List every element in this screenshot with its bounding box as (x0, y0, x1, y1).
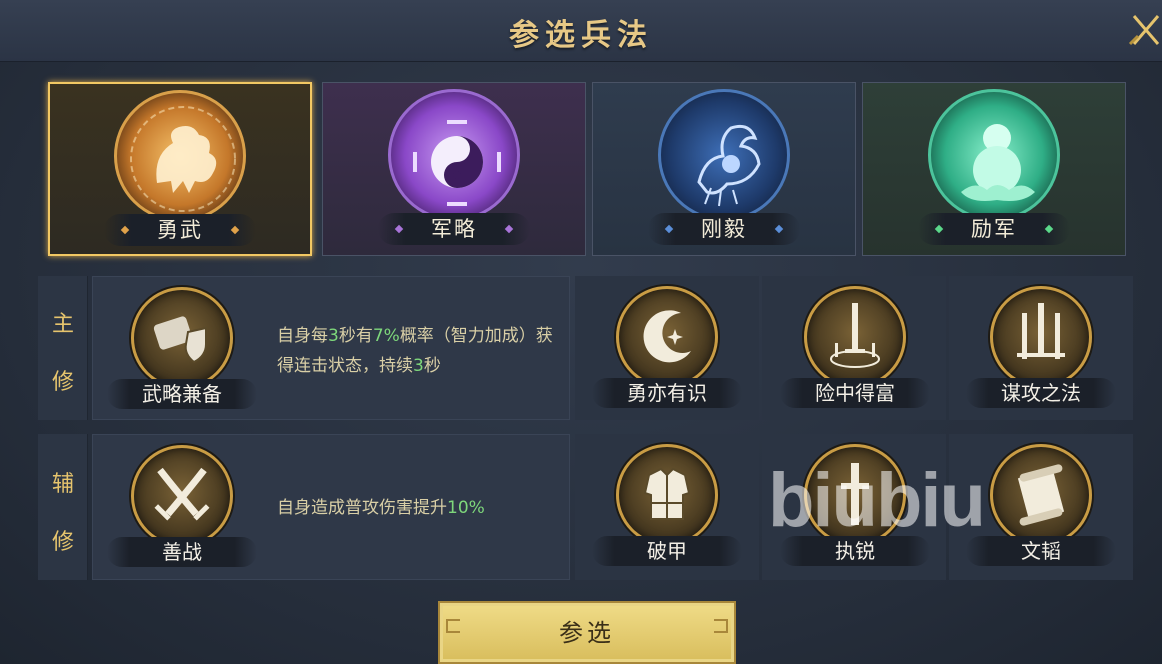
sword-circle-icon (804, 286, 906, 388)
skill-option-xianzhongdefu[interactable]: 险中得富 (780, 286, 930, 416)
category-card-gangyi[interactable]: 刚毅 (592, 82, 856, 256)
ornament-icon (714, 619, 728, 633)
qilin-emblem-icon (114, 90, 246, 222)
diamond-icon (504, 224, 514, 234)
skill-option-pojia[interactable]: 破甲 (592, 444, 742, 574)
category-label: 刚毅 (648, 213, 800, 245)
yin-yang-emblem-icon (388, 89, 520, 221)
category-card-lijun[interactable]: 励军 (862, 82, 1126, 256)
diamond-icon (1044, 224, 1054, 234)
category-card-junlue[interactable]: 军略 (322, 82, 586, 256)
category-label: 励军 (918, 213, 1070, 245)
confirm-button[interactable]: 参选 (438, 601, 736, 664)
title-bar: 参选兵法 (0, 0, 1162, 62)
main-side-label: 主 修 (38, 276, 88, 420)
skill-option-wentao[interactable]: 文韬 (966, 444, 1116, 574)
gourd-emblem-icon (928, 89, 1060, 221)
armor-icon (616, 444, 718, 546)
close-button[interactable] (1126, 8, 1162, 50)
sword-hilt-icon (804, 444, 906, 546)
diamond-icon (934, 224, 944, 234)
crescent-star-icon (616, 286, 718, 388)
skill-option-zhirui[interactable]: 执锐 (780, 444, 930, 574)
category-label: 军略 (378, 213, 530, 245)
category-card-yongwu[interactable]: 勇武 (48, 82, 312, 256)
scroll-shield-icon (131, 287, 233, 389)
page-title: 参选兵法 (509, 18, 653, 53)
diamond-icon (394, 224, 404, 234)
diamond-icon (120, 225, 130, 235)
main-detail-panel: 武略兼备 自身每3秒有7%概率（智力加成）获得连击状态，持续3秒 (92, 276, 570, 420)
aux-detail-panel: 善战 自身造成普攻伤害提升10% (92, 434, 570, 580)
category-label: 勇武 (104, 214, 256, 246)
aux-skill-description: 自身造成普攻伤害提升10% (277, 498, 485, 518)
three-swords-icon (990, 286, 1092, 388)
aux-side-label: 辅 修 (38, 434, 88, 580)
diamond-icon (230, 225, 240, 235)
phoenix-emblem-icon (658, 89, 790, 221)
skill-option-mougongzhifa[interactable]: 谋攻之法 (966, 286, 1116, 416)
game-screen: 参选兵法 勇武 军略 刚毅 励军 主 修 武略兼备 自身每3秒有7%概率（智力加… (0, 0, 1162, 664)
main-selected-skill[interactable]: 武略兼备 (107, 287, 257, 417)
diamond-icon (664, 224, 674, 234)
scroll-icon (990, 444, 1092, 546)
close-icon (1128, 15, 1160, 46)
skill-option-yongyiyoushi[interactable]: 勇亦有识 (592, 286, 742, 416)
ornament-icon (446, 619, 460, 633)
main-skill-description: 自身每3秒有7%概率（智力加成）获得连击状态，持续3秒 (277, 326, 553, 376)
diamond-icon (774, 224, 784, 234)
aux-selected-skill[interactable]: 善战 (107, 445, 257, 575)
crossed-swords-icon (131, 445, 233, 547)
